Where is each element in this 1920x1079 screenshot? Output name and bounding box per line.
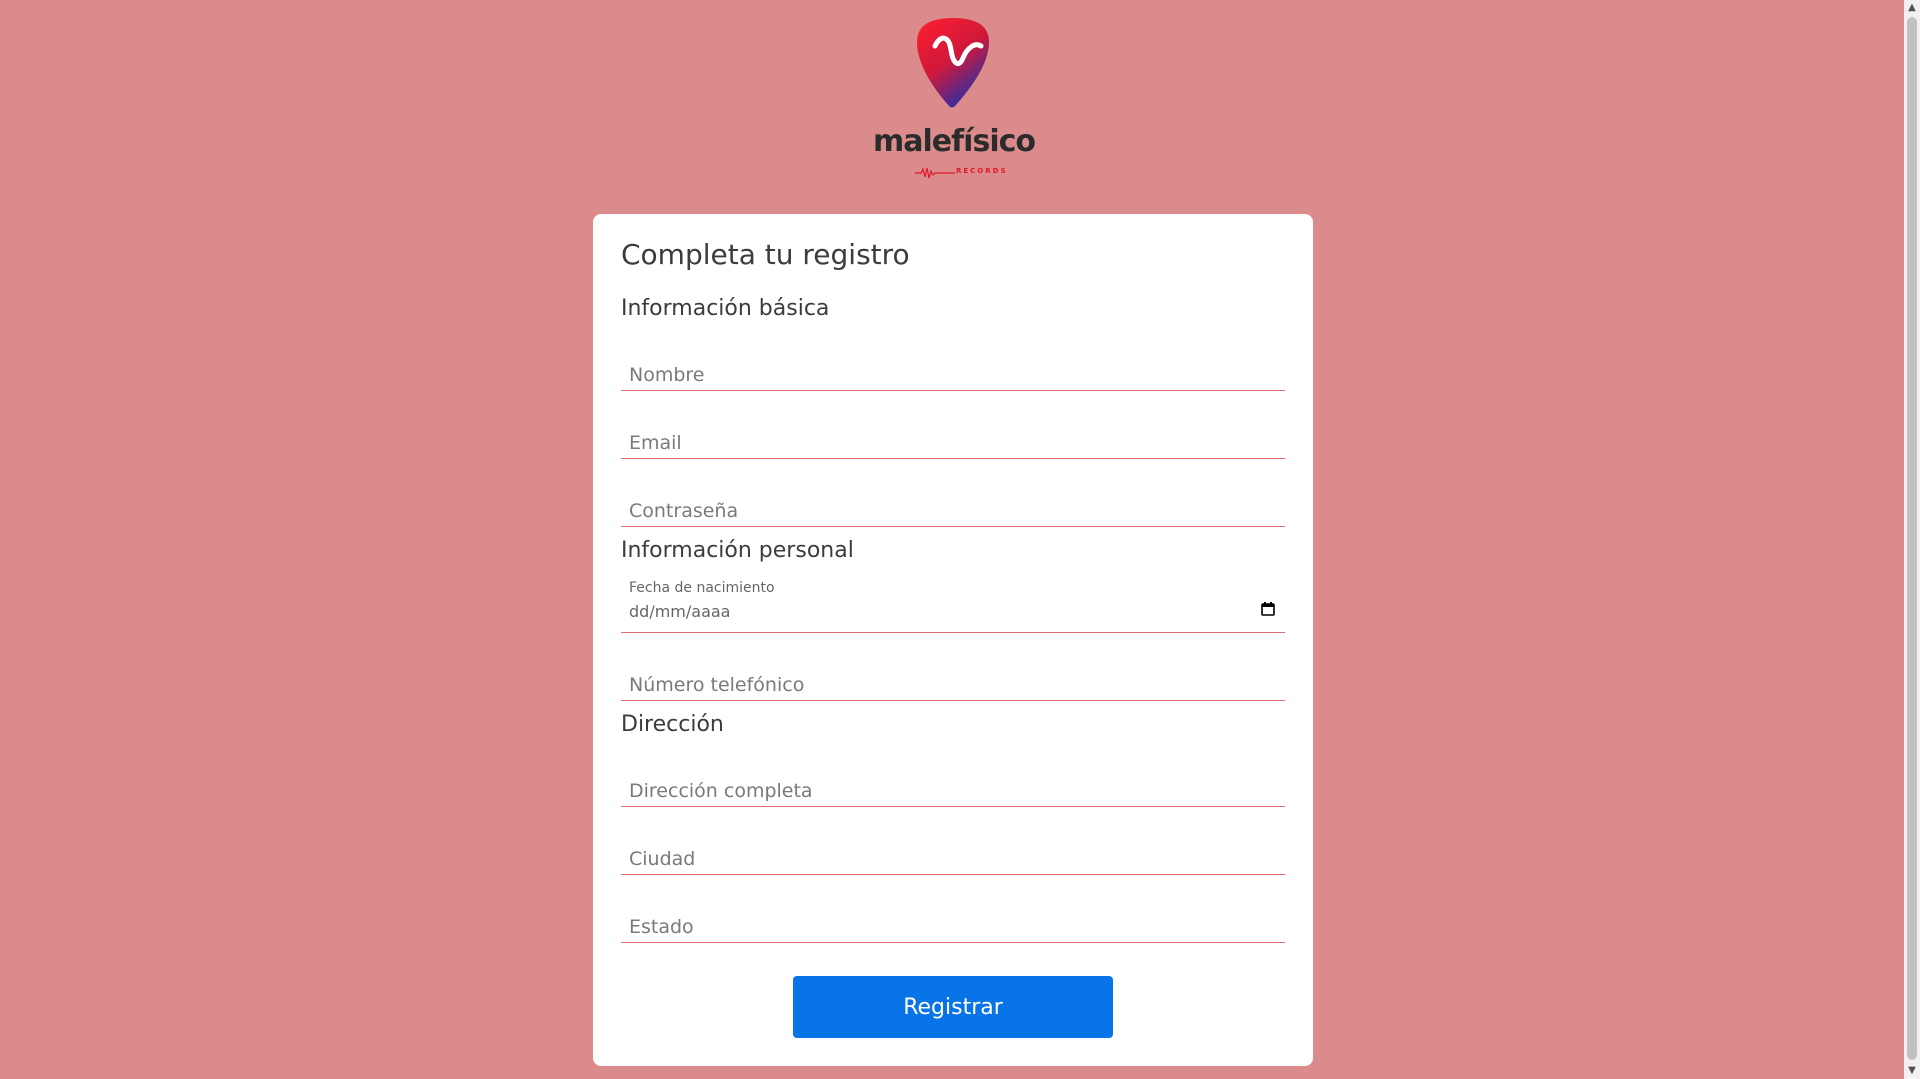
birthdate-value[interactable]: dd/mm/aaaa [629,602,730,621]
city-input[interactable] [621,848,1285,870]
birthdate-field[interactable]: Fecha de nacimiento dd/mm/aaaa [621,576,1285,633]
phone-input[interactable] [621,674,1285,696]
registration-page: malefísico RECORDS Completa tu registro … [0,0,1904,1079]
state-field [621,894,1285,943]
city-field [621,826,1285,875]
registration-form: Completa tu registro Información básica … [593,214,1313,1066]
section-address: Dirección [621,712,724,737]
brand-logo: malefísico RECORDS [873,16,1036,179]
birthdate-label: Fecha de nacimiento [629,580,775,596]
brand-name: malefísico [873,124,1036,159]
name-input[interactable] [621,364,1285,386]
sound-wave-icon [915,167,955,179]
name-field [621,342,1285,391]
section-basic-info: Información básica [621,296,830,321]
vertical-scrollbar[interactable]: ▲ ▼ [1904,0,1920,1079]
chevron-up-icon[interactable]: ▲ [1904,0,1920,16]
password-input[interactable] [621,500,1285,522]
email-field [621,410,1285,459]
calendar-icon[interactable] [1261,602,1275,616]
address-input[interactable] [621,780,1285,802]
state-input[interactable] [621,916,1285,938]
email-input[interactable] [621,432,1285,454]
phone-field [621,652,1285,701]
brand-subtitle: RECORDS [956,167,1008,175]
register-button[interactable]: Registrar [793,976,1113,1038]
scrollbar-thumb[interactable] [1907,17,1917,1060]
address-field [621,758,1285,807]
section-personal-info: Información personal [621,538,854,563]
password-field [621,478,1285,527]
chevron-down-icon[interactable]: ▼ [1904,1063,1920,1079]
form-title: Completa tu registro [621,238,910,271]
guitar-pick-logo-icon [917,18,989,108]
